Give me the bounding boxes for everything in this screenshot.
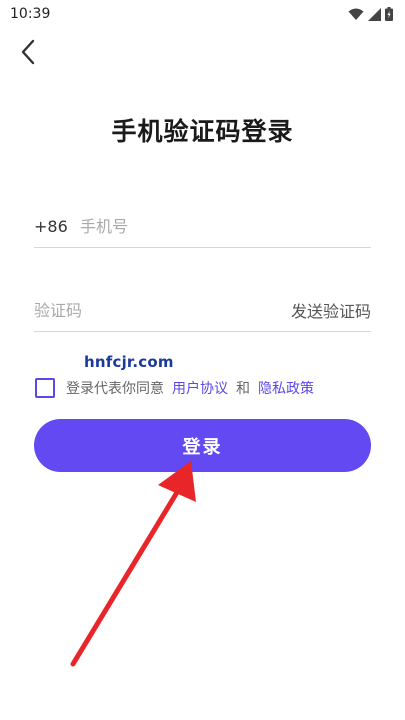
country-code[interactable]: +86 — [34, 217, 80, 236]
agreement-prefix: 登录代表你同意 — [66, 381, 164, 397]
verification-code-input[interactable] — [34, 300, 291, 320]
back-arrow-icon — [21, 39, 35, 65]
login-page: 10:39 手机验证码登录 +86 发送验证码 hnfcjr.com — [0, 0, 405, 720]
status-icons — [348, 7, 393, 21]
status-time: 10:39 — [10, 6, 51, 22]
back-button[interactable] — [14, 38, 42, 66]
code-field-row: 发送验证码 — [34, 289, 371, 332]
battery-icon — [385, 7, 393, 21]
phone-field-row: +86 — [34, 205, 371, 248]
send-code-button[interactable]: 发送验证码 — [291, 298, 371, 322]
privacy-policy-link[interactable]: 隐私政策 — [258, 378, 314, 398]
signal-icon — [368, 7, 381, 21]
page-title: 手机验证码登录 — [111, 117, 294, 146]
agreement-checkbox[interactable] — [35, 378, 55, 398]
status-bar: 10:39 — [0, 0, 405, 28]
phone-input[interactable] — [80, 216, 371, 236]
login-button[interactable]: 登录 — [34, 419, 371, 472]
annotation-arrow-icon — [70, 461, 196, 667]
agreement-and: 和 — [236, 381, 250, 397]
agreement-row: 登录代表你同意 用户协议 和 隐私政策 — [35, 377, 314, 399]
user-agreement-link[interactable]: 用户协议 — [172, 378, 228, 398]
wifi-icon — [348, 8, 364, 20]
watermark: hnfcjr.com — [84, 353, 174, 371]
